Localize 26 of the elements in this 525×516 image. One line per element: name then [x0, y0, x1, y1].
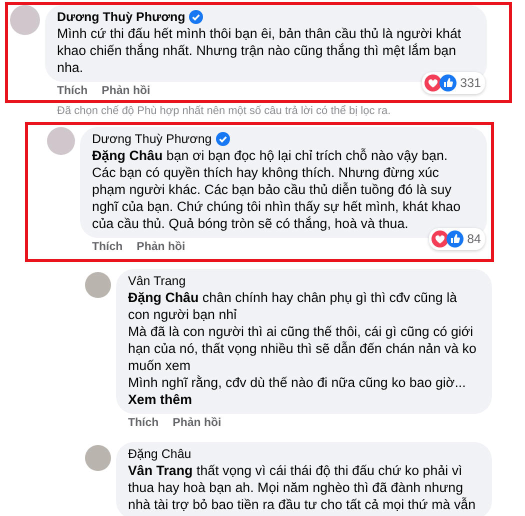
reaction-summary[interactable]: 84 [429, 228, 485, 250]
author-name[interactable]: Dương Thuỳ Phương [57, 9, 186, 25]
thumbs-up-icon [439, 74, 458, 92]
thumbs-up-icon [446, 230, 464, 248]
reaction-count: 84 [467, 232, 481, 246]
action-link[interactable]: Phản hồi [172, 416, 222, 431]
action-link[interactable]: Thích [92, 240, 123, 255]
filter-notice: Đã chọn chế độ Phù hợp nhất nên một số câu trả lời có thể bị lọc ra. [56, 104, 392, 118]
author-name[interactable]: Vân Trang [128, 273, 186, 289]
action-link[interactable]: Phản hồi [102, 84, 150, 99]
avatar[interactable] [10, 5, 40, 35]
comment-text: Đặng Châu chân chính hay chân phụ gì thì cđv cũng là con người bạn nhỉ [128, 289, 458, 323]
action-link[interactable]: Phản hồi [136, 240, 186, 255]
avatar[interactable] [47, 127, 75, 155]
comment-text: Mà đã là con người thì ai cũng thế thôi, cái gì cũng có giới hạn của nó, thất vọng nhiều thì sẽ dẫn đến chán nản và ko muốn xem [128, 323, 478, 374]
comment-text: Vân Trang thất vọng vì cái thái độ thi đấu chứ ko phải vì thua hay hoà bạn ah. Mọi năm nghèo thì đã đành nhưng nhà tài trợ bỏ bao tiền ra đầu tư cho tất cả mọi thứ mà vẫn [128, 462, 477, 513]
see-more-link[interactable]: Xem thêm [128, 391, 480, 408]
reaction-summary[interactable]: 331 [422, 72, 485, 94]
author-name[interactable]: Đặng Châu [128, 446, 192, 462]
avatar[interactable] [85, 272, 111, 298]
avatar[interactable] [85, 445, 111, 471]
author-name[interactable]: Dương Thuỳ Phương [92, 131, 212, 147]
reaction-count: 331 [460, 76, 481, 90]
comment-text: Mình nghĩ rằng, cđv dù thế nào đi nữa cũng ko bao giờ... [128, 374, 467, 391]
action-link[interactable]: Thích [128, 416, 159, 431]
action-link[interactable]: Thích [57, 84, 88, 99]
